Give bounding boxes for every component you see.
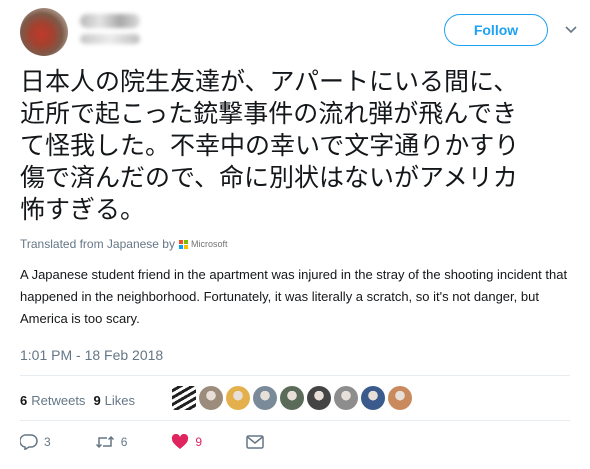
tweet-stats: 6 Retweets 9 Likes (20, 391, 135, 409)
liker-avatar[interactable] (253, 386, 277, 410)
retweet-button[interactable]: 6 (95, 434, 128, 450)
retweets-stat[interactable]: 6 Retweets (20, 393, 85, 408)
divider (20, 375, 570, 376)
tweet-text-line: 日本人の院生友達が、アパートにいる間に、 (20, 67, 519, 96)
microsoft-logo-icon (178, 239, 188, 249)
reply-button[interactable]: 3 (20, 434, 51, 450)
tweet-text-line: 近所で起こった銃撃事件の流れ弾が飛んでき (20, 99, 518, 128)
translation-attribution: Translated from Japanese by Microsoft (20, 237, 227, 251)
author-handle-redacted[interactable] (80, 34, 140, 44)
direct-message-button[interactable] (246, 435, 270, 449)
tweet-text-line: 傷で済んだので、命に別状はないがアメリカ (20, 163, 518, 192)
translated-from-label: Translated from Japanese by (20, 237, 175, 251)
retweets-count: 6 (20, 392, 28, 408)
reply-count: 3 (44, 435, 51, 449)
liker-avatar[interactable] (334, 386, 358, 410)
liker-avatar[interactable] (199, 386, 223, 410)
likers-avatars (172, 386, 415, 410)
author-name-redacted[interactable] (80, 14, 140, 28)
liker-avatar[interactable] (388, 386, 412, 410)
liker-avatar[interactable] (226, 386, 250, 410)
tweet-text: 日本人の院生友達が、アパートにいる間に、 近所で起こった銃撃事件の流れ弾が飛んで… (20, 66, 580, 226)
divider (20, 420, 570, 421)
likes-label: Likes (104, 392, 136, 408)
tweet-text-line: て怪我した。不幸中の幸いで文字通りかすり (20, 131, 520, 160)
like-count: 9 (195, 435, 203, 449)
retweet-icon (95, 435, 114, 449)
translator-name: Microsoft (190, 239, 228, 249)
likes-count: 9 (93, 392, 101, 408)
translated-text: A Japanese student friend in the apartme… (20, 267, 568, 326)
chevron-down-icon[interactable] (563, 22, 579, 38)
heart-icon (172, 434, 189, 449)
follow-button[interactable]: Follow (444, 14, 548, 46)
reply-icon (20, 434, 38, 450)
liker-avatar[interactable] (280, 386, 304, 410)
retweet-count: 6 (120, 435, 128, 449)
like-button[interactable]: 9 (171, 434, 202, 450)
likes-stat[interactable]: 9 Likes (93, 393, 135, 408)
liker-avatar[interactable] (172, 386, 196, 410)
liker-avatar[interactable] (307, 386, 331, 410)
tweet-actions: 3 6 9 (20, 434, 314, 450)
author-avatar[interactable] (20, 8, 68, 56)
tweet-text-line: 怖すぎる。 (20, 195, 146, 224)
retweets-label: Retweets (31, 392, 86, 408)
envelope-icon (246, 435, 264, 449)
liker-avatar[interactable] (361, 386, 385, 410)
tweet-timestamp[interactable]: 1:01 PM - 18 Feb 2018 (20, 347, 163, 363)
